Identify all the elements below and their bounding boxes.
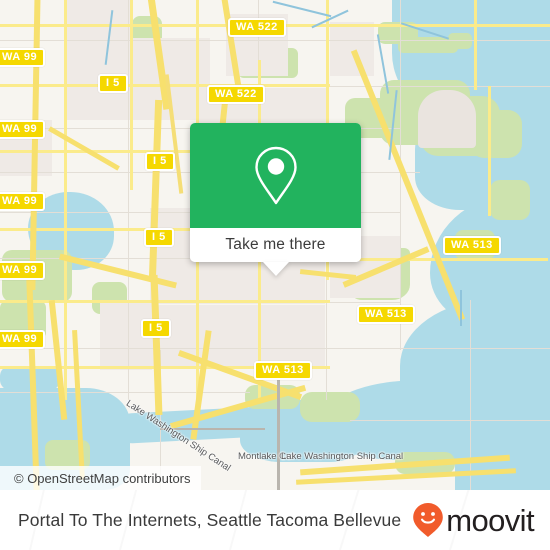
moovit-wordmark: moovit xyxy=(446,502,534,538)
arterial-v-1 xyxy=(64,0,67,400)
moovit-logo[interactable]: moovit xyxy=(412,502,535,538)
location-title: Portal To The Internets, Seattle Tacoma … xyxy=(18,509,402,530)
highway-shield-wa99-1[interactable]: WA 99 xyxy=(0,48,46,67)
highway-shield-i5-2[interactable]: I 5 xyxy=(145,152,175,171)
stream-g xyxy=(460,290,462,326)
moovit-map-share-card: Lake Washington Ship Canal Montlake Cut … xyxy=(0,0,550,550)
card-footer[interactable]: Take me there xyxy=(190,228,361,262)
highway-shield-wa99-4[interactable]: WA 99 xyxy=(0,261,46,280)
highway-shield-wa522-2[interactable]: WA 522 xyxy=(207,85,265,104)
card-header-banner xyxy=(190,123,361,228)
park-green-p xyxy=(490,180,530,220)
arterial-v-6 xyxy=(488,86,491,216)
street-h-1 xyxy=(0,40,550,41)
urban-block-j xyxy=(330,22,374,76)
bottom-info-bar: Portal To The Internets, Seattle Tacoma … xyxy=(0,490,550,550)
highway-shield-wa513-3[interactable]: WA 513 xyxy=(254,361,312,380)
highway-shield-wa513-2[interactable]: WA 513 xyxy=(357,305,415,324)
arterial-v-7 xyxy=(130,0,133,190)
urban-block-e xyxy=(150,305,325,367)
montlake-bridge xyxy=(277,370,280,490)
street-v-2 xyxy=(128,0,129,400)
park-green-l xyxy=(300,392,360,422)
map-canvas[interactable]: Lake Washington Ship Canal Montlake Cut … xyxy=(0,0,550,490)
street-h-10 xyxy=(0,392,250,393)
map-pin-icon xyxy=(254,146,297,205)
urban-block-a xyxy=(66,0,130,120)
location-popup-card[interactable]: Take me there xyxy=(190,123,361,276)
highway-shield-wa522-top[interactable]: WA 522 xyxy=(228,18,286,37)
highway-shield-wa99-2[interactable]: WA 99 xyxy=(0,120,46,139)
street-h-9 xyxy=(380,348,550,349)
urban-block-k xyxy=(418,90,476,148)
park-green-h xyxy=(470,110,522,158)
highway-shield-i5-1[interactable]: I 5 xyxy=(98,74,128,93)
street-h-11 xyxy=(350,420,550,421)
arterial-v-5 xyxy=(474,0,477,90)
highway-shield-i5-4[interactable]: I 5 xyxy=(141,319,171,338)
highway-shield-wa513-1[interactable]: WA 513 xyxy=(443,236,501,255)
map-label-ship-canal-right: Lake Washington Ship Canal xyxy=(281,451,404,462)
osm-attribution[interactable]: © OpenStreetMap contributors xyxy=(0,466,201,490)
osm-attribution-text: © OpenStreetMap contributors xyxy=(14,470,191,486)
highway-shield-i5-3[interactable]: I 5 xyxy=(144,228,174,247)
card-pointer-notch xyxy=(262,262,289,276)
arterial-h-7 xyxy=(348,258,548,261)
highway-shield-wa99-5[interactable]: WA 99 xyxy=(0,330,46,349)
highway-shield-wa99-3[interactable]: WA 99 xyxy=(0,192,46,211)
moovit-smiley-pin-icon xyxy=(413,503,444,537)
take-me-there-label: Take me there xyxy=(225,236,326,253)
